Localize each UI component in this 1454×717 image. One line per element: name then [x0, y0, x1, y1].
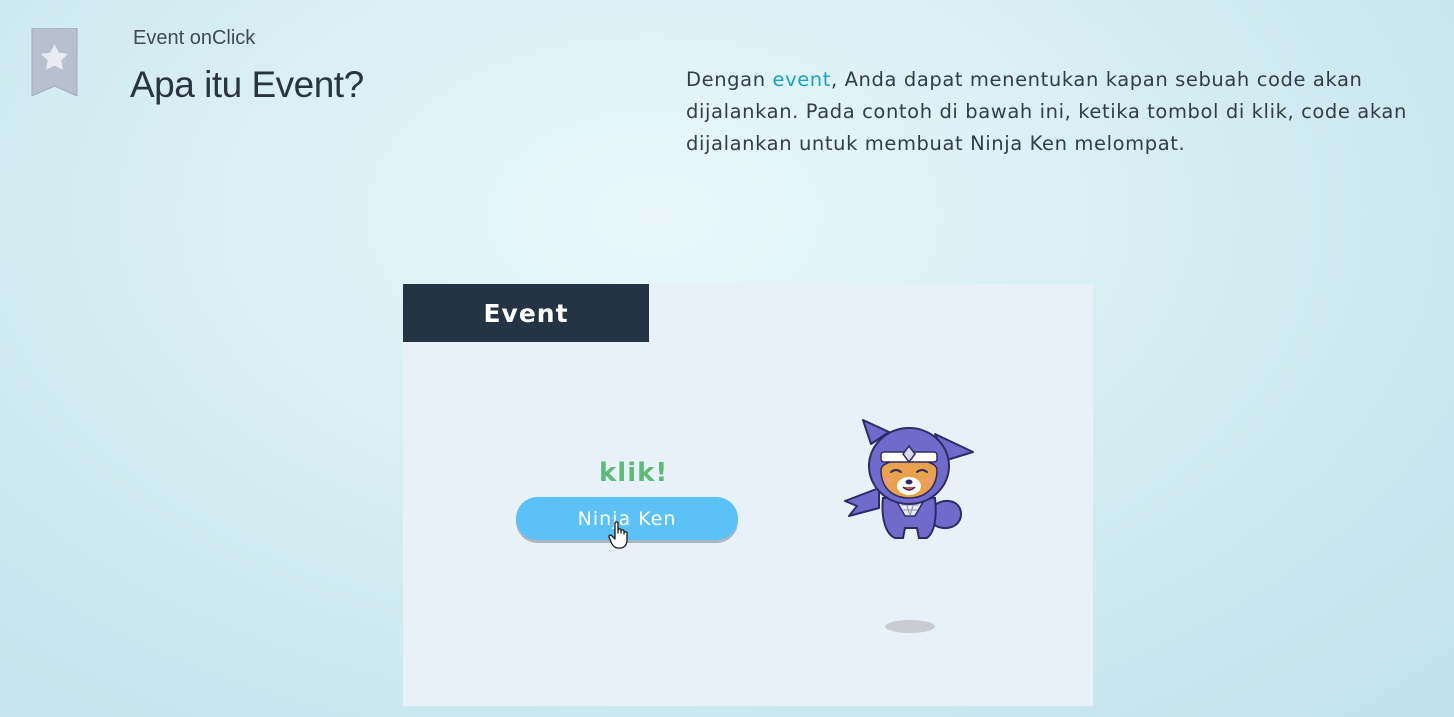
- ninja-shadow: [885, 620, 935, 633]
- click-label: klik!: [599, 458, 669, 488]
- ninja-ken-icon: [844, 419, 974, 539]
- star-bookmark-icon[interactable]: [30, 28, 79, 96]
- event-illustration: Event klik! Ninja Ken: [403, 284, 1093, 706]
- description-keyword: event: [772, 68, 832, 91]
- description-text: Dengan event, Anda dapat menentukan kapa…: [686, 64, 1426, 160]
- description-before: Dengan: [686, 68, 773, 91]
- lesson-subtitle: Event onClick: [133, 27, 256, 49]
- hand-cursor-icon: [608, 521, 628, 549]
- page-title: Apa itu Event?: [130, 64, 364, 105]
- illustration-tab-label: Event: [403, 284, 649, 342]
